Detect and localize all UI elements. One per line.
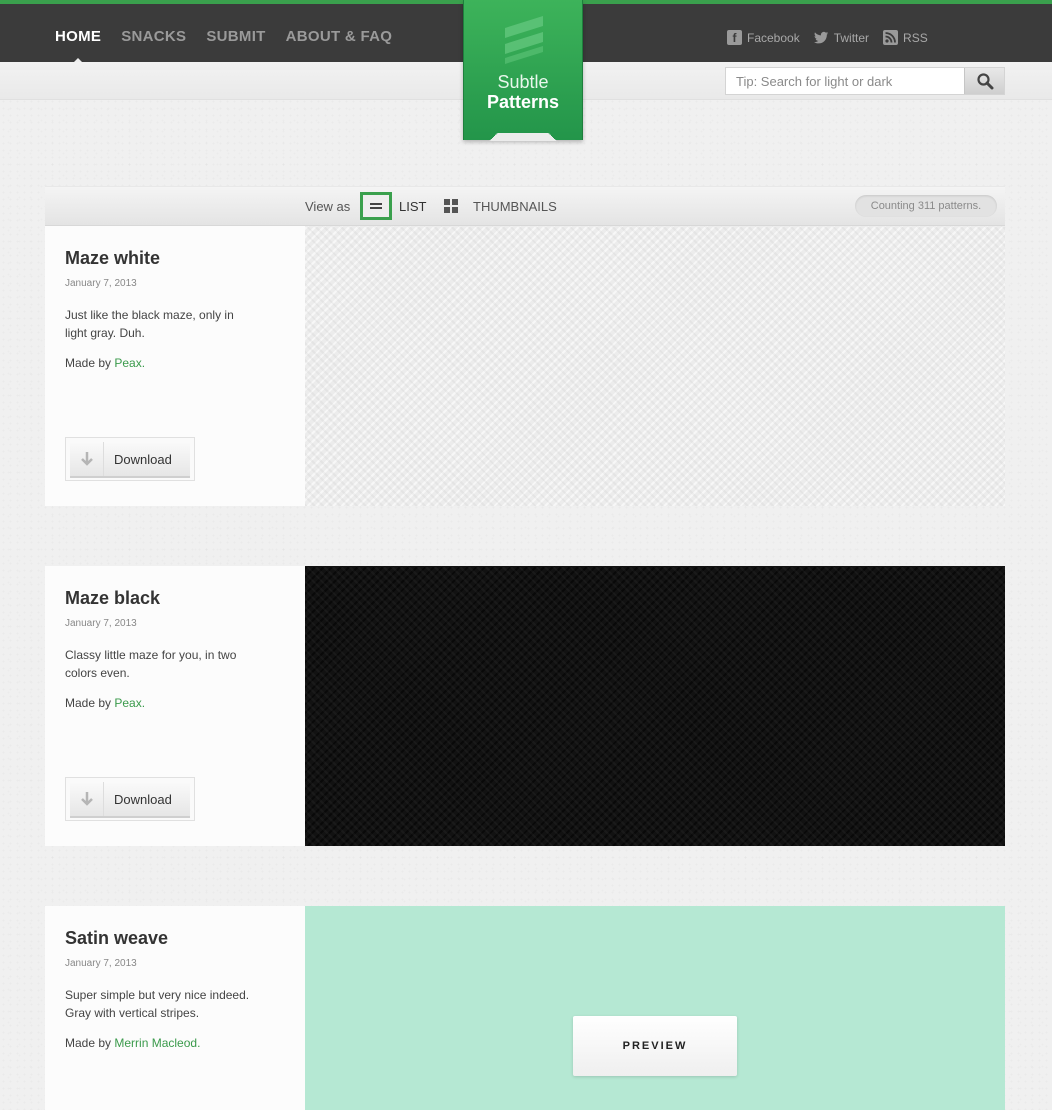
download-arrow-icon: [70, 442, 104, 476]
view-toolbar: View as LIST THUMBNAILS Counting 311 pat…: [45, 186, 1005, 226]
pattern-description: Super simple but very nice indeed. Gray …: [65, 988, 250, 1020]
made-by-label: Made by: [65, 1036, 112, 1050]
download-label: Download: [114, 451, 172, 467]
logo-text-subtle: Subtle: [497, 72, 549, 92]
logo-text-patterns: Patterns: [486, 92, 560, 112]
pattern-date: January 7, 2013: [65, 958, 137, 969]
list-icon: [370, 203, 382, 205]
search-icon: [976, 73, 993, 90]
facebook-link[interactable]: f Facebook: [727, 30, 800, 45]
list-view-label[interactable]: LIST: [399, 199, 426, 214]
pattern-preview[interactable]: [305, 226, 1005, 506]
rss-link[interactable]: RSS: [883, 30, 928, 45]
twitter-label: Twitter: [833, 30, 870, 45]
made-by-label: Made by: [65, 696, 112, 710]
main-nav: HOME SNACKS SUBMIT ABOUT & FAQ: [55, 28, 393, 64]
pattern-description: Classy little maze for you, in two color…: [65, 648, 237, 680]
preview-button[interactable]: PREVIEW: [573, 1016, 737, 1076]
facebook-label: Facebook: [747, 30, 800, 45]
search-button[interactable]: [964, 68, 1004, 94]
pattern-card-maze-white: Maze white January 7, 2013 Just like the…: [45, 226, 1005, 506]
social-links: f Facebook Twitter RSS: [727, 30, 928, 45]
pattern-author: Made by Merrin Macleod.: [65, 1036, 200, 1050]
rss-label: RSS: [903, 30, 928, 45]
pattern-title: Maze black: [65, 588, 161, 608]
author-link[interactable]: Peax.: [114, 696, 145, 710]
rss-icon: [883, 30, 899, 45]
pattern-title: Satin weave: [65, 928, 169, 948]
download-button[interactable]: Download: [65, 437, 195, 481]
nav-submit[interactable]: SUBMIT: [206, 28, 265, 45]
logo-stripes-icon: [505, 16, 543, 64]
nav-about-faq[interactable]: ABOUT & FAQ: [286, 28, 393, 45]
pattern-info: Maze black January 7, 2013 Classy little…: [45, 566, 305, 846]
twitter-icon: [813, 30, 829, 45]
made-by-label: Made by: [65, 356, 112, 370]
pattern-date: January 7, 2013: [65, 618, 137, 629]
facebook-icon: f: [727, 30, 742, 45]
pattern-info: Maze white January 7, 2013 Just like the…: [45, 226, 305, 506]
nav-snacks[interactable]: SNACKS: [121, 28, 186, 45]
pattern-preview: PREVIEW: [305, 906, 1005, 1110]
list-view-button[interactable]: [360, 192, 392, 220]
pattern-card-satin-weave: Satin weave January 7, 2013 Super simple…: [45, 906, 1005, 1110]
view-as-label: View as: [305, 199, 351, 214]
pattern-date: January 7, 2013: [65, 278, 137, 289]
site-logo[interactable]: Subtle Patterns: [463, 0, 583, 141]
pattern-author: Made by Peax.: [65, 696, 145, 710]
nav-home[interactable]: HOME: [55, 28, 101, 64]
author-link[interactable]: Peax.: [114, 356, 145, 370]
thumbnails-icon[interactable]: [444, 199, 458, 213]
pattern-description: Just like the black maze, only in light …: [65, 308, 234, 340]
download-button[interactable]: Download: [65, 777, 195, 821]
pattern-info: Satin weave January 7, 2013 Super simple…: [45, 906, 305, 1110]
search-input[interactable]: [726, 68, 964, 94]
download-arrow-icon: [70, 782, 104, 816]
pattern-card-maze-black: Maze black January 7, 2013 Classy little…: [45, 566, 1005, 846]
pattern-counter: Counting 311 patterns.: [855, 195, 997, 217]
pattern-title: Maze white: [65, 248, 161, 268]
download-label: Download: [114, 791, 172, 807]
pattern-author: Made by Peax.: [65, 356, 145, 370]
author-link[interactable]: Merrin Macleod.: [114, 1036, 200, 1050]
thumbnails-view-label[interactable]: THUMBNAILS: [473, 199, 557, 214]
pattern-preview[interactable]: [305, 566, 1005, 846]
search-box: [725, 67, 1005, 95]
twitter-link[interactable]: Twitter: [813, 30, 870, 45]
